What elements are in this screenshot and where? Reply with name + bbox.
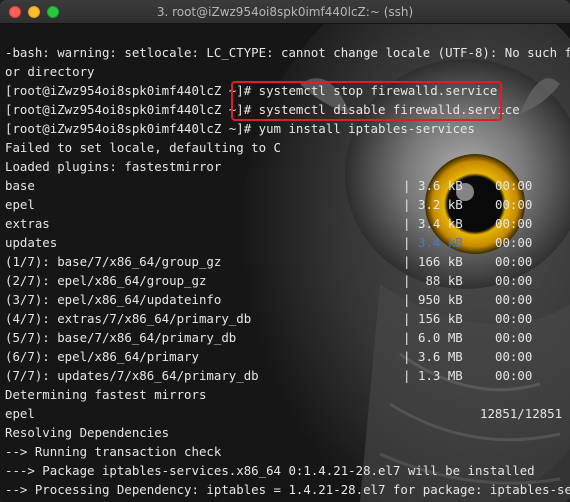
repo-row: base | 3.6 kB 00:00	[5, 176, 565, 195]
repo-time: 00:00	[495, 178, 533, 193]
repo-time: 00:00	[495, 311, 533, 326]
repo-name: extras	[5, 216, 50, 231]
separator-bar: |	[403, 216, 411, 231]
repo-size: 156 kB	[418, 311, 463, 326]
repo-name: (1/7): base/7/x86_64/group_gz	[5, 254, 222, 269]
repo-size: 6.0 MB	[418, 330, 463, 345]
separator-bar: |	[403, 330, 411, 345]
separator-bar: |	[403, 349, 411, 364]
terminal-output[interactable]: -bash: warning: setlocale: LC_CTYPE: can…	[0, 24, 570, 502]
repo-size: 166 kB	[418, 254, 463, 269]
terminal-window: 3. root@iZwz954oi8spk0imf440lcZ:~ (ssh)	[0, 0, 570, 502]
repo-time: 00:00	[495, 254, 533, 269]
terminal-line: --> Running transaction check	[5, 444, 222, 459]
separator-bar: |	[403, 311, 411, 326]
terminal-line: -bash: warning: setlocale: LC_CTYPE: can…	[5, 45, 570, 60]
repo-row: (1/7): base/7/x86_64/group_gz | 166 kB 0…	[5, 252, 565, 271]
highlight-annotation-box	[231, 81, 502, 121]
repo-size: 3.2 kB	[418, 197, 463, 212]
repo-size: 1.3 MB	[418, 368, 463, 383]
terminal-line: Failed to set locale, defaulting to C	[5, 140, 282, 155]
terminal-line: epel 12851/12851	[5, 404, 565, 423]
repo-time: 00:00	[495, 330, 533, 345]
repo-time: 00:00	[495, 292, 533, 307]
title-bar: 3. root@iZwz954oi8spk0imf440lcZ:~ (ssh)	[0, 0, 570, 24]
repo-time: 00:00	[495, 273, 533, 288]
repo-name: (2/7): epel/x86_64/group_gz	[5, 273, 207, 288]
separator-bar: |	[403, 197, 411, 212]
repo-size: 88 kB	[418, 273, 463, 288]
repo-name: (6/7): epel/x86_64/primary	[5, 349, 199, 364]
terminal-line: Resolving Dependencies	[5, 425, 170, 440]
repo-name: base	[5, 178, 35, 193]
mirror-count: 12851/12851	[480, 406, 563, 421]
repo-name: updates	[5, 235, 58, 250]
repo-row: (7/7): updates/7/x86_64/primary_db | 1.3…	[5, 366, 565, 385]
repo-time: 00:00	[495, 216, 533, 231]
repo-size: 3.6 MB	[418, 349, 463, 364]
repo-row: epel | 3.2 kB 00:00	[5, 195, 565, 214]
repo-row: (2/7): epel/x86_64/group_gz | 88 kB 00:0…	[5, 271, 565, 290]
repo-size: 3.4 kB	[418, 235, 463, 250]
repo-time: 00:00	[495, 349, 533, 364]
separator-bar: |	[403, 178, 411, 193]
repo-name: epel	[5, 406, 35, 421]
terminal-line: Loaded plugins: fastestmirror	[5, 159, 222, 174]
repo-name: (7/7): updates/7/x86_64/primary_db	[5, 368, 259, 383]
repo-name: (3/7): epel/x86_64/updateinfo	[5, 292, 222, 307]
repo-name: (4/7): extras/7/x86_64/primary_db	[5, 311, 252, 326]
terminal-line: --> Processing Dependency: iptables = 1.…	[5, 482, 570, 497]
terminal-line: or directory	[5, 64, 95, 79]
repo-row: updates | 3.4 kB 00:00	[5, 233, 565, 252]
window-title: 3. root@iZwz954oi8spk0imf440lcZ:~ (ssh)	[156, 5, 414, 19]
repo-row: (3/7): epel/x86_64/updateinfo | 950 kB 0…	[5, 290, 565, 309]
terminal-line: ---> Package iptables-services.x86_64 0:…	[5, 463, 535, 478]
repo-row: extras | 3.4 kB 00:00	[5, 214, 565, 233]
repo-time: 00:00	[495, 368, 533, 383]
repo-size: 950 kB	[418, 292, 463, 307]
repo-time: 00:00	[495, 197, 533, 212]
separator-bar: |	[403, 273, 411, 288]
repo-time: 00:00	[495, 235, 533, 250]
separator-bar: |	[403, 254, 411, 269]
repo-row: (4/7): extras/7/x86_64/primary_db | 156 …	[5, 309, 565, 328]
repo-name: epel	[5, 197, 35, 212]
separator-bar: |	[403, 292, 411, 307]
terminal-line: [root@iZwz954oi8spk0imf440lcZ ~]# yum in…	[5, 121, 475, 136]
repo-row: (5/7): base/7/x86_64/primary_db | 6.0 MB…	[5, 328, 565, 347]
repo-name: (5/7): base/7/x86_64/primary_db	[5, 330, 237, 345]
separator-bar: |	[403, 368, 411, 383]
repo-size: 3.6 kB	[418, 178, 463, 193]
repo-row: (6/7): epel/x86_64/primary | 3.6 MB 00:0…	[5, 347, 565, 366]
repo-size: 3.4 kB	[418, 216, 463, 231]
separator-bar: |	[403, 235, 411, 250]
terminal-line: Determining fastest mirrors	[5, 387, 207, 402]
